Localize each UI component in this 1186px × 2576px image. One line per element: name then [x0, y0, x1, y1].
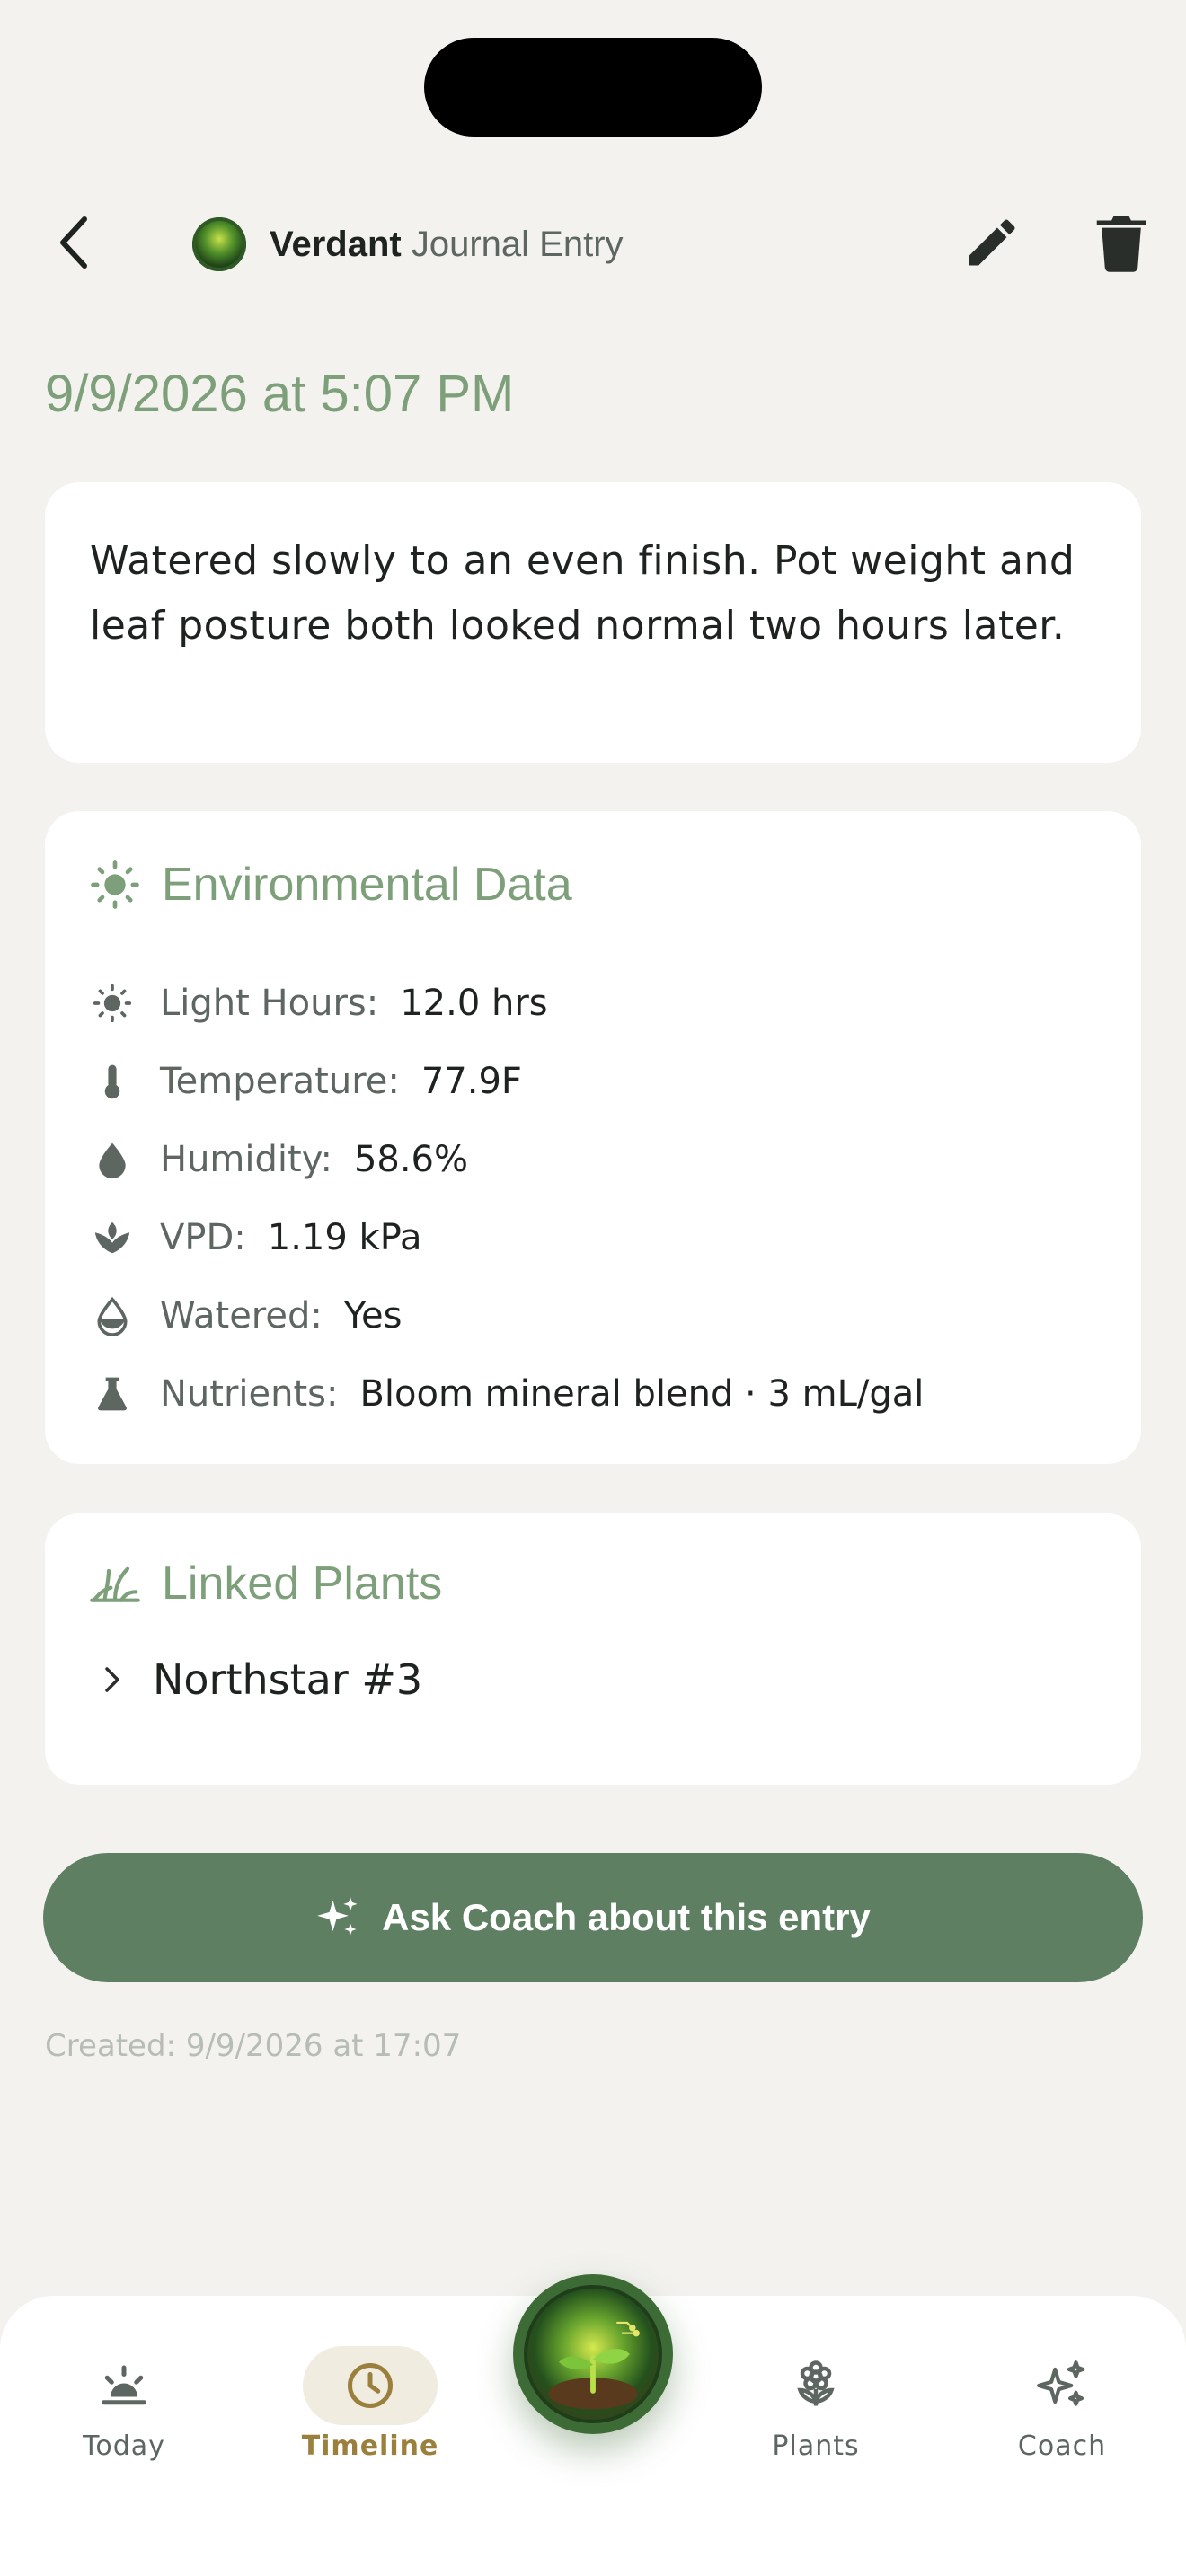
- tab-label: Timeline: [301, 2430, 439, 2462]
- center-action-button[interactable]: [513, 2274, 673, 2434]
- title-text: Journal Entry: [411, 225, 624, 264]
- pencil-icon: [969, 219, 1015, 266]
- env-value: 58.6%: [353, 1138, 469, 1180]
- entry-datetime: 9/9/2026 at 5:07 PM: [45, 365, 515, 423]
- env-value: 1.19 kPa: [267, 1216, 422, 1258]
- env-value: 77.9F: [420, 1060, 522, 1102]
- env-row-humidity: Humidity: 58.6%: [90, 1120, 1096, 1198]
- env-label: Nutrients:: [160, 1372, 339, 1415]
- linked-plant-name: Northstar #3: [153, 1655, 423, 1704]
- env-label: Light Hours:: [160, 982, 379, 1024]
- back-button[interactable]: [50, 214, 101, 271]
- delete-button[interactable]: [1094, 212, 1148, 273]
- tab-label: Coach: [1017, 2430, 1107, 2462]
- sun-icon: [93, 984, 132, 1022]
- env-label: Watered:: [160, 1294, 323, 1337]
- edit-button[interactable]: [961, 212, 1022, 273]
- env-row-watered: Watered: Yes: [90, 1276, 1096, 1354]
- tab-today[interactable]: Today: [34, 2350, 214, 2462]
- notes-card: Watered slowly to an even finish. Pot we…: [45, 482, 1141, 763]
- env-value: Yes: [343, 1294, 403, 1337]
- clock-icon: [348, 2363, 393, 2408]
- environmental-data-card: Environmental Data Light Hours: 12.0 hrs…: [45, 811, 1141, 1464]
- ask-coach-label: Ask Coach about this entry: [382, 1896, 871, 1938]
- flower-icon: [797, 2360, 835, 2406]
- env-row-light: Light Hours: 12.0 hrs: [90, 964, 1096, 1042]
- tab-timeline[interactable]: Timeline: [280, 2346, 460, 2462]
- trash-icon: [1096, 216, 1146, 272]
- dynamic-island: [424, 38, 762, 137]
- linked-plants-card: Linked Plants Northstar #3: [45, 1513, 1141, 1785]
- sun-icon: [91, 860, 139, 909]
- sparkles-icon: [1037, 2360, 1085, 2406]
- env-row-nutrients: Nutrients: Bloom mineral blend · 3 mL/ga…: [90, 1354, 1096, 1433]
- chevron-right-icon: [105, 1667, 119, 1692]
- environmental-data-header: Environmental Data: [90, 858, 572, 912]
- water-drop-icon: [97, 1296, 128, 1336]
- tab-label: Today: [83, 2430, 165, 2462]
- screen-title: Verdant Journal Entry: [270, 221, 624, 268]
- env-label: Humidity:: [160, 1138, 332, 1180]
- environmental-data-title: Environmental Data: [162, 859, 572, 911]
- top-bar: Verdant Journal Entry: [0, 198, 1186, 287]
- sparkles-icon: [317, 1897, 358, 1936]
- linked-plants-header: Linked Plants: [90, 1557, 442, 1610]
- ask-coach-button[interactable]: Ask Coach about this entry: [43, 1853, 1143, 1982]
- sprout-logo-icon: [524, 2285, 662, 2423]
- env-value: Bloom mineral blend · 3 mL/gal: [359, 1372, 925, 1415]
- tab-plants[interactable]: Plants: [726, 2350, 906, 2462]
- linked-plants-title: Linked Plants: [162, 1557, 443, 1610]
- thermometer-icon: [104, 1064, 120, 1098]
- tab-coach[interactable]: Coach: [972, 2350, 1152, 2462]
- linked-plant-item[interactable]: Northstar #3: [99, 1648, 422, 1711]
- chevron-left-icon: [60, 216, 87, 269]
- env-row-vpd: VPD: 1.19 kPa: [90, 1198, 1096, 1276]
- droplet-icon: [99, 1142, 126, 1178]
- brand-name: Verdant: [270, 225, 402, 264]
- app-logo: [192, 217, 246, 271]
- leaf-cup-icon: [94, 1222, 130, 1253]
- env-label: Temperature:: [160, 1060, 400, 1102]
- entry-notes: Watered slowly to an even finish. Pot we…: [90, 538, 1075, 648]
- sunrise-icon: [102, 2365, 146, 2405]
- grass-icon: [90, 1566, 140, 1602]
- tab-label: Plants: [772, 2430, 860, 2462]
- env-row-temperature: Temperature: 77.9F: [90, 1042, 1096, 1120]
- env-value: 12.0 hrs: [400, 982, 548, 1024]
- env-label: VPD:: [160, 1216, 246, 1258]
- flask-icon: [98, 1377, 127, 1410]
- created-timestamp: Created: 9/9/2026 at 17:07: [45, 2028, 462, 2064]
